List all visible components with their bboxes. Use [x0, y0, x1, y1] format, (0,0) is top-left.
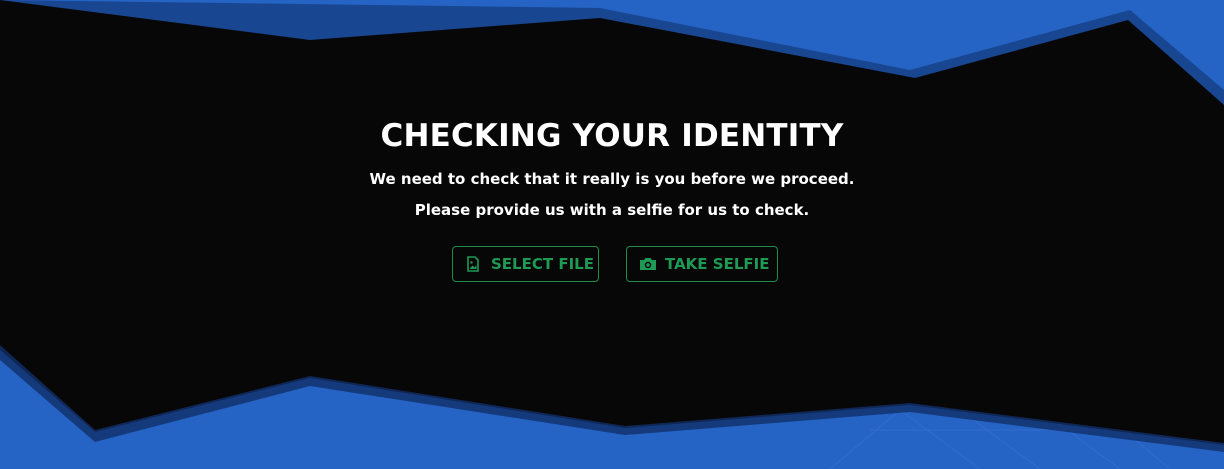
identity-check-screen: CHECKING YOUR IDENTITY We need to check …	[0, 0, 1224, 469]
take-selfie-label: TAKE SELFIE	[665, 255, 770, 273]
take-selfie-button[interactable]: TAKE SELFIE	[626, 246, 778, 282]
select-file-label: SELECT FILE	[491, 255, 594, 273]
camera-icon	[639, 256, 656, 272]
instruction-text-2: Please provide us with a selfie for us t…	[414, 201, 810, 219]
content-area: CHECKING YOUR IDENTITY We need to check …	[0, 0, 1224, 469]
instruction-text-1: We need to check that it really is you b…	[369, 170, 855, 188]
image-file-icon	[465, 256, 481, 272]
page-title: CHECKING YOUR IDENTITY	[380, 118, 844, 154]
select-file-button[interactable]: SELECT FILE	[452, 246, 599, 282]
